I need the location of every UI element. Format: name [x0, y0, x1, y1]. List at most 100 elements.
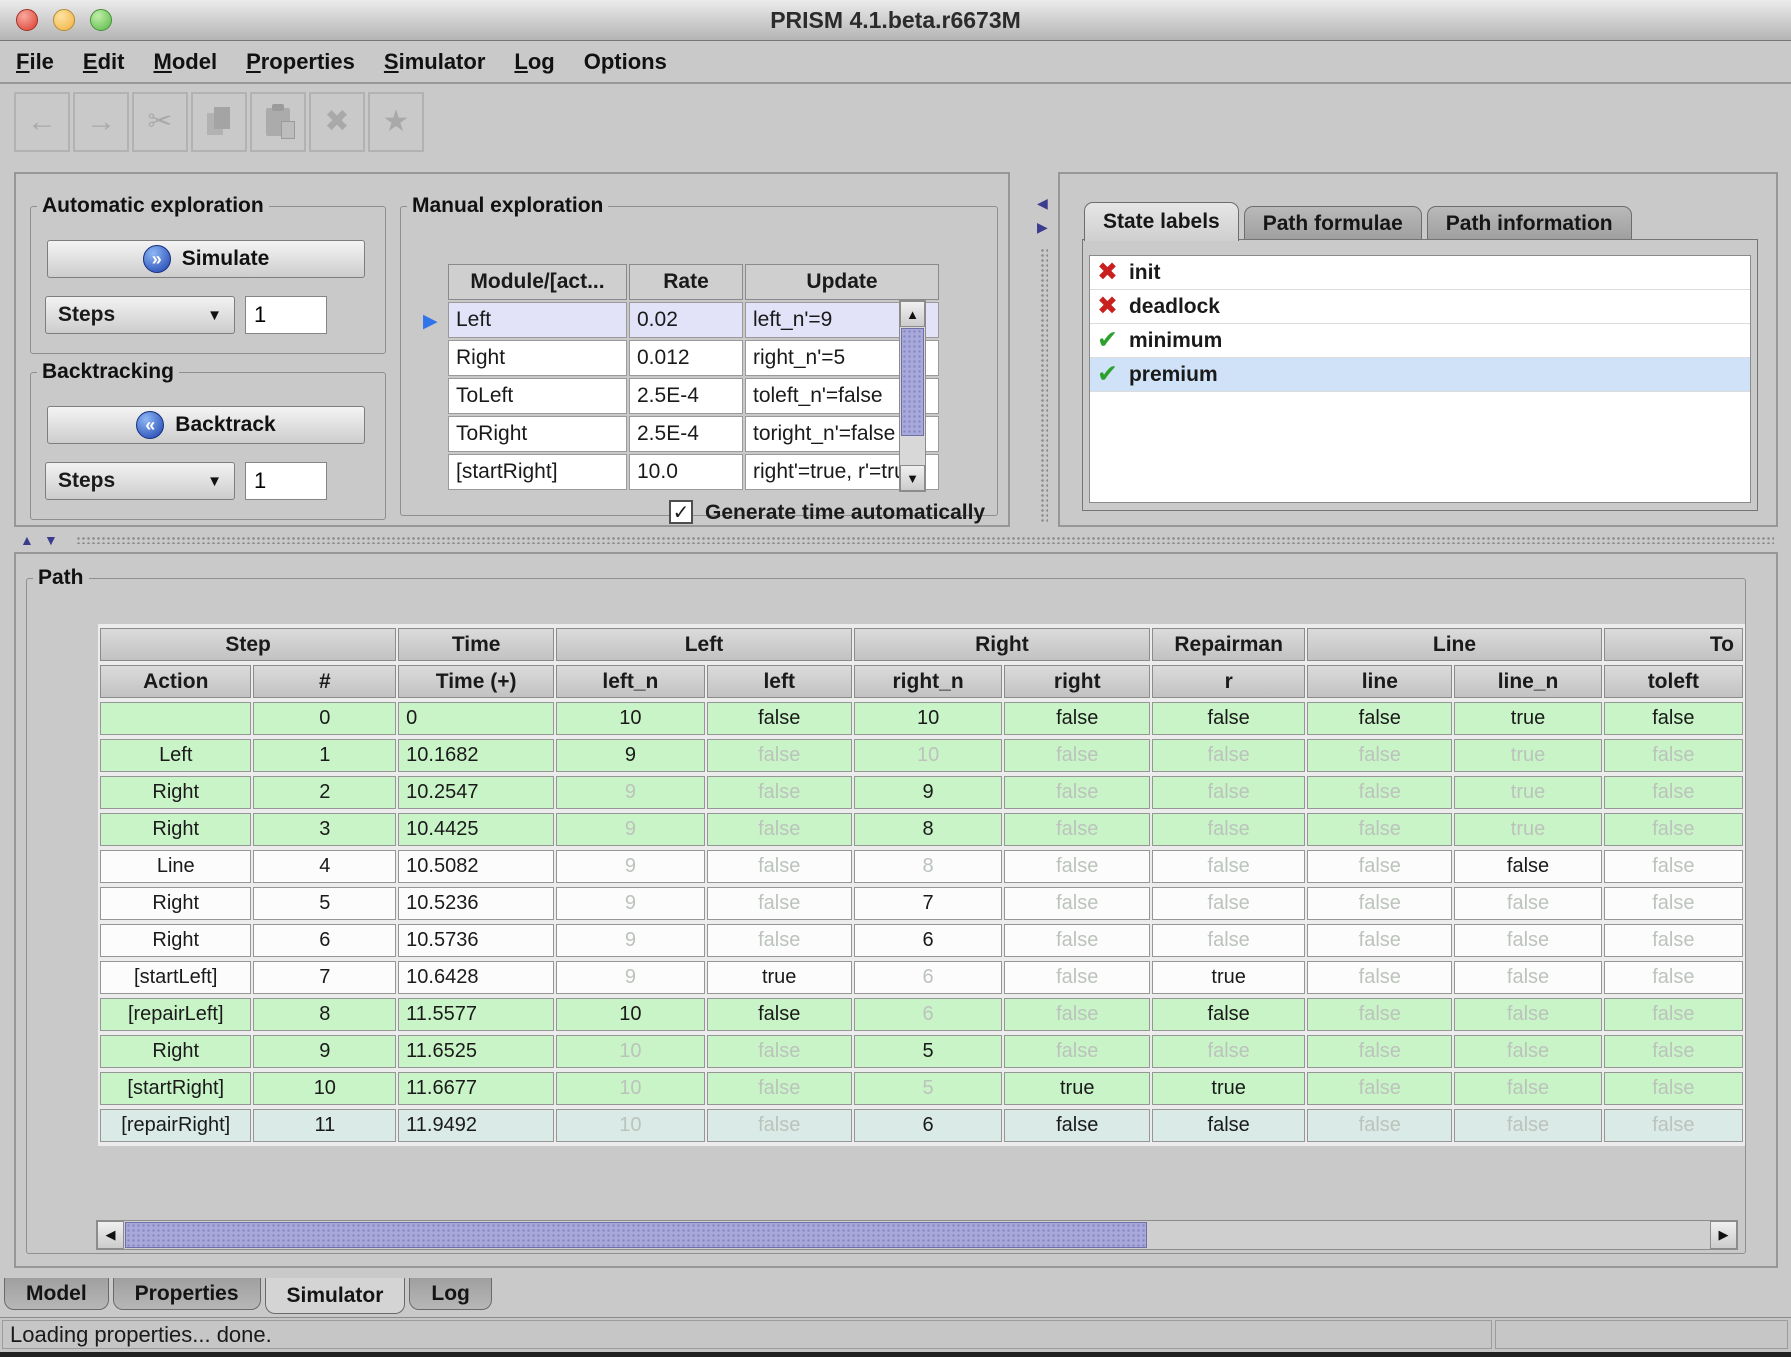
- path-table-row[interactable]: [startRight]1011.667710false5truetruefal…: [100, 1072, 1743, 1105]
- path-table-row[interactable]: Left110.16829false10falsefalsefalsetruef…: [100, 739, 1743, 772]
- path-column-header[interactable]: line: [1307, 665, 1452, 698]
- path-table-row[interactable]: 0010false10falsefalsefalsetruefalse: [100, 702, 1743, 735]
- collapse-up-icon[interactable]: ▲: [20, 533, 34, 547]
- manual-table-row[interactable]: Left0.02left_n'=9: [448, 302, 939, 338]
- redo-button[interactable]: →: [73, 92, 129, 152]
- menu-item-properties[interactable]: Properties: [246, 49, 355, 75]
- undo-button[interactable]: ←: [14, 92, 70, 152]
- manual-table-row[interactable]: [startRight]10.0right'=true, r'=tru: [448, 454, 939, 490]
- path-table-cell: false: [707, 1035, 852, 1068]
- path-column-header[interactable]: right: [1004, 665, 1150, 698]
- manual-table-scrollbar[interactable]: ▲ ▼: [899, 300, 926, 492]
- collapse-right-icon[interactable]: ▶: [1037, 220, 1048, 234]
- tab-path-information[interactable]: Path information: [1427, 206, 1632, 241]
- manual-column-header[interactable]: Rate: [629, 264, 743, 300]
- path-table-cell: 10: [556, 1109, 705, 1142]
- simulate-steps-input[interactable]: [245, 296, 327, 334]
- path-table-row[interactable]: [repairRight]1111.949210false6falsefalse…: [100, 1109, 1743, 1142]
- simulate-button[interactable]: » Simulate: [47, 240, 365, 278]
- path-table-row[interactable]: Line410.50829false8falsefalsefalsefalsef…: [100, 850, 1743, 883]
- path-column-header[interactable]: #: [253, 665, 396, 698]
- delete-button[interactable]: ✖: [309, 92, 365, 152]
- generate-time-checkbox[interactable]: ✓: [669, 500, 693, 524]
- manual-column-header[interactable]: Update: [745, 264, 939, 300]
- path-table-cell: Line: [100, 850, 251, 883]
- tab-log[interactable]: Log: [409, 1278, 491, 1310]
- path-table-row[interactable]: Right310.44259false8falsefalsefalsetruef…: [100, 813, 1743, 846]
- menu-item-simulator[interactable]: Simulator: [384, 49, 485, 75]
- path-table-cell: Right: [100, 924, 251, 957]
- path-table-cell: false: [707, 1072, 852, 1105]
- paste-icon: [266, 108, 290, 136]
- paste-button[interactable]: [250, 92, 306, 152]
- manual-table-row[interactable]: ToLeft2.5E-4toleft_n'=false: [448, 378, 939, 414]
- path-table-cell: false: [1604, 924, 1743, 957]
- scroll-up-button[interactable]: ▲: [900, 301, 925, 327]
- automatic-exploration-group: Automatic exploration » Simulate Steps ▼: [30, 194, 386, 354]
- scroll-right-button[interactable]: ▶: [1710, 1221, 1737, 1249]
- path-table-row[interactable]: [repairLeft]811.557710false6falsefalsefa…: [100, 998, 1743, 1031]
- path-column-header[interactable]: line_n: [1454, 665, 1601, 698]
- path-horizontal-scrollbar[interactable]: ◀ ▶: [96, 1220, 1738, 1250]
- red-cross-icon: ✖: [1097, 294, 1118, 319]
- backtrack-steps-combo[interactable]: Steps ▼: [45, 462, 235, 500]
- scroll-left-button[interactable]: ◀: [97, 1221, 124, 1249]
- horizontal-splitter[interactable]: ▲ ▼: [14, 532, 1778, 548]
- tab-path-formulae[interactable]: Path formulae: [1244, 206, 1422, 241]
- path-table-row[interactable]: Right510.52369false7falsefalsefalsefalse…: [100, 887, 1743, 920]
- tab-model[interactable]: Model: [4, 1278, 109, 1310]
- path-table-row[interactable]: Right610.57369false6falsefalsefalsefalse…: [100, 924, 1743, 957]
- star-button[interactable]: ★: [368, 92, 424, 152]
- collapse-down-icon[interactable]: ▼: [44, 533, 58, 547]
- scroll-down-button[interactable]: ▼: [900, 465, 925, 491]
- path-table-row[interactable]: Right210.25479false9falsefalsefalsetruef…: [100, 776, 1743, 809]
- path-column-header[interactable]: r: [1152, 665, 1305, 698]
- menu-item-log[interactable]: Log: [514, 49, 554, 75]
- state-label-item-init[interactable]: ✖init: [1090, 256, 1750, 290]
- cut-button[interactable]: ✂: [132, 92, 188, 152]
- path-table-cell: false: [1604, 1109, 1743, 1142]
- path-column-header[interactable]: Action: [100, 665, 251, 698]
- menu-item-model[interactable]: Model: [154, 49, 218, 75]
- path-column-header[interactable]: toleft: [1604, 665, 1743, 698]
- path-title: Path: [33, 566, 89, 590]
- path-table-cell: [startLeft]: [100, 961, 251, 994]
- manual-table-row[interactable]: ToRight2.5E-4toright_n'=false: [448, 416, 939, 452]
- path-column-header[interactable]: right_n: [854, 665, 1003, 698]
- path-column-header[interactable]: Time (+): [398, 665, 554, 698]
- path-table-row[interactable]: Right911.652510false5falsefalsefalsefals…: [100, 1035, 1743, 1068]
- status-progress-area: [1495, 1320, 1788, 1349]
- tab-state-labels[interactable]: State labels: [1084, 202, 1239, 241]
- collapse-left-icon[interactable]: ◀: [1037, 196, 1048, 210]
- manual-table-row[interactable]: Right0.012right_n'=5: [448, 340, 939, 376]
- tab-simulator[interactable]: Simulator: [265, 1278, 406, 1314]
- menu-item-file[interactable]: File: [16, 49, 54, 75]
- path-column-header[interactable]: left: [707, 665, 852, 698]
- cut-icon: ✂: [147, 107, 172, 137]
- scrollbar-thumb[interactable]: [901, 328, 924, 436]
- path-table-cell: 11.6525: [398, 1035, 554, 1068]
- menu-item-edit[interactable]: Edit: [83, 49, 125, 75]
- simulate-steps-combo[interactable]: Steps ▼: [45, 296, 235, 334]
- path-column-header[interactable]: left_n: [556, 665, 705, 698]
- manual-column-header[interactable]: Module/[act...: [448, 264, 627, 300]
- scrollbar-thumb[interactable]: [125, 1222, 1147, 1248]
- path-table-cell: false: [1454, 887, 1601, 920]
- menu-item-options[interactable]: Options: [584, 49, 667, 75]
- path-table-row[interactable]: [startLeft]710.64289true6falsetruefalsef…: [100, 961, 1743, 994]
- path-table-cell: 11.5577: [398, 998, 554, 1031]
- automatic-exploration-title: Automatic exploration: [37, 194, 269, 218]
- tab-properties[interactable]: Properties: [113, 1278, 261, 1310]
- backtrack-steps-input[interactable]: [245, 462, 327, 500]
- state-label-item-deadlock[interactable]: ✖deadlock: [1090, 290, 1750, 324]
- state-label-item-premium[interactable]: ✔premium: [1090, 358, 1750, 392]
- backtrack-button[interactable]: « Backtrack: [47, 406, 365, 444]
- path-table-cell: 8: [253, 998, 396, 1031]
- path-table-cell: false: [1454, 1109, 1601, 1142]
- path-table-cell: false: [1307, 887, 1452, 920]
- path-table-cell: false: [1152, 1035, 1305, 1068]
- vertical-splitter[interactable]: ◀ ▶: [1036, 172, 1052, 527]
- manual-table-cell: 2.5E-4: [629, 378, 743, 414]
- copy-button[interactable]: [191, 92, 247, 152]
- state-label-item-minimum[interactable]: ✔minimum: [1090, 324, 1750, 358]
